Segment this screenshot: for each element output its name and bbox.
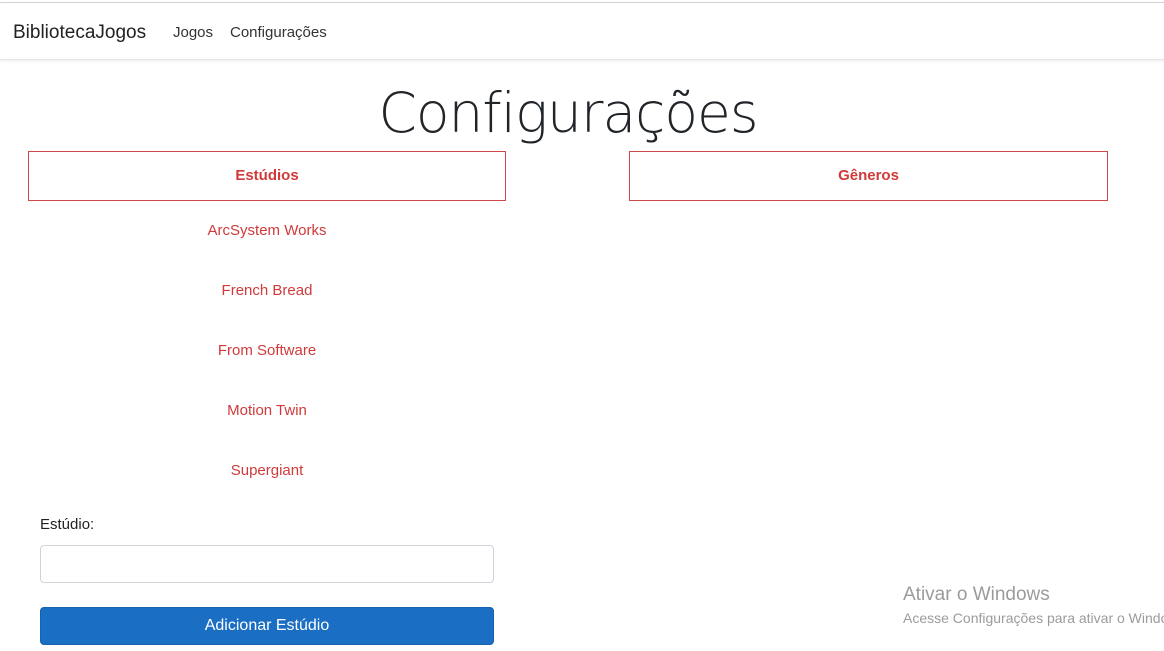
studio-item[interactable]: Motion Twin [28,399,506,459]
studio-item[interactable]: Supergiant [28,459,506,519]
tab-estudios[interactable]: Estúdios [28,151,506,201]
windows-activation-watermark: Ativar o Windows Acesse Configurações pa… [903,584,1164,628]
studio-field-label: Estúdio: [40,516,95,533]
studio-item[interactable]: French Bread [28,279,506,339]
studio-item[interactable]: From Software [28,339,506,399]
watermark-subtitle: Acesse Configurações para ativar o Windo… [903,610,1164,626]
nav-link-configuracoes[interactable]: Configurações [230,23,327,43]
navbar: BibliotecaJogos Jogos Configurações [0,3,1164,60]
watermark-title: Ativar o Windows [903,584,1050,605]
tab-generos[interactable]: Gêneros [629,151,1108,201]
add-studio-button[interactable]: Adicionar Estúdio [40,607,494,645]
studio-item[interactable]: ArcSystem Works [28,219,506,279]
brand-link[interactable]: BibliotecaJogos [13,21,146,45]
studio-list: ArcSystem Works French Bread From Softwa… [28,219,506,519]
page-title: Configurações [378,81,758,145]
nav-link-jogos[interactable]: Jogos [173,23,213,43]
studio-input[interactable] [40,545,494,583]
